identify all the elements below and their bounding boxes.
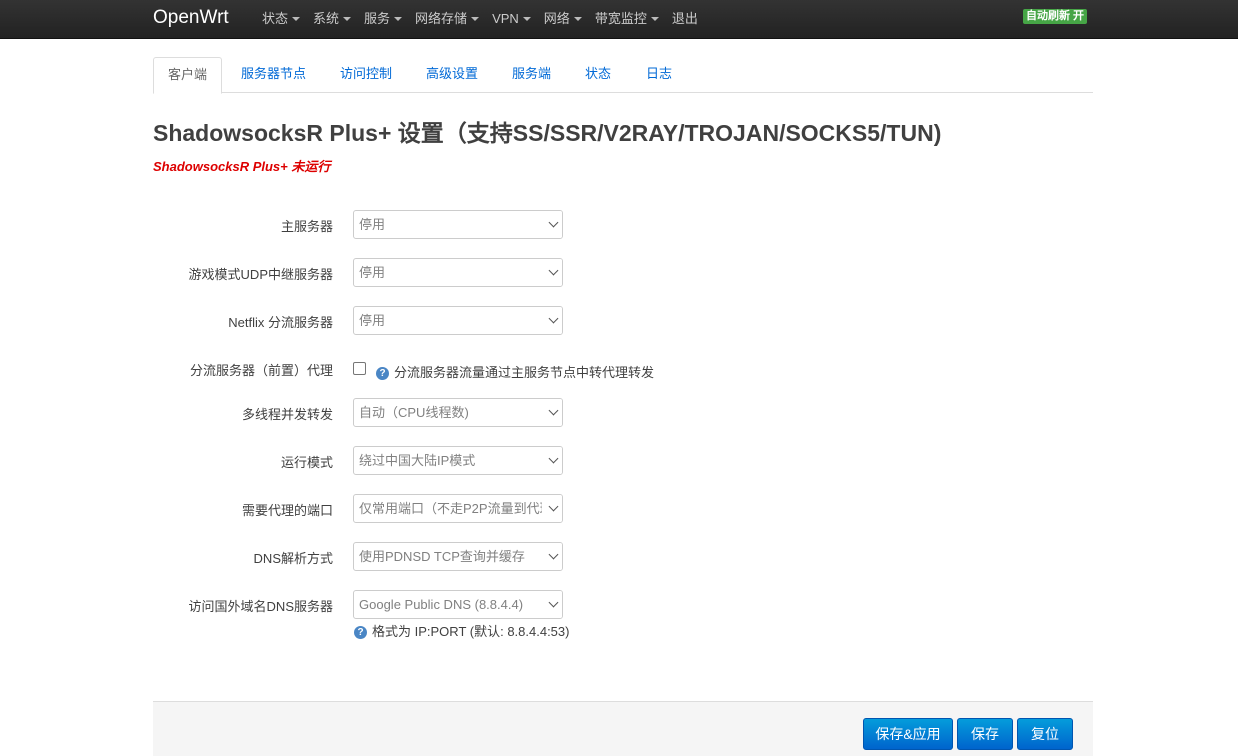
menu-services[interactable]: 服务 [364,0,415,39]
service-status: ShadowsocksR Plus+ 未运行 [153,159,331,174]
tab-log[interactable]: 日志 [632,57,686,93]
tab-access-control[interactable]: 访问控制 [326,57,406,93]
caret-down-icon [343,16,352,21]
menu-nas[interactable]: 网络存储 [415,0,492,39]
netflix-proxy-hint: ? 分流服务器流量通过主服务节点中转代理转发 [376,362,654,381]
caret-down-icon [522,16,531,21]
threads-select[interactable]: 自动（CPU线程数) [353,398,563,427]
tab-status[interactable]: 状态 [571,57,625,93]
save-apply-button[interactable]: 保存&应用 [863,718,953,750]
tab-bar: 客户端 服务器节点 访问控制 高级设置 服务端 状态 日志 [153,57,1093,94]
run-mode-select[interactable]: 绕过中国大陆IP模式 [353,446,563,475]
page-title: ShadowsocksR Plus+ 设置（支持SS/SSR/V2RAY/TRO… [153,120,942,146]
proxy-ports-select[interactable]: 仅常用端口（不走P2P流量到代理） [353,494,563,523]
netflix-server-select[interactable]: 停用 [353,306,563,335]
caret-down-icon [394,16,403,21]
tunnel-forward-hint: ? 格式为 IP:PORT (默认: 8.8.4.4:53) [354,621,569,640]
proxy-ports-label: 需要代理的端口 [241,503,333,518]
dns-mode-label: DNS解析方式 [253,551,333,566]
menu-vpn[interactable]: VPN [492,0,544,39]
main-menu: 状态 系统 服务 网络存储 VPN 网络 带宽监控 退出 [262,0,711,39]
menu-bandwidth[interactable]: 带宽监控 [595,0,672,39]
main-server-label: 主服务器 [280,219,333,234]
save-button[interactable]: 保存 [957,718,1013,750]
menu-network[interactable]: 网络 [544,0,595,39]
threads-label: 多线程并发转发 [241,407,333,422]
menu-system[interactable]: 系统 [313,0,364,39]
brand-logo[interactable]: OpenWrt [153,7,229,29]
reset-button[interactable]: 复位 [1017,718,1073,750]
tab-server-nodes[interactable]: 服务器节点 [227,57,320,93]
tab-server[interactable]: 服务端 [498,57,565,93]
menu-logout[interactable]: 退出 [672,0,711,39]
top-navbar: OpenWrt 状态 系统 服务 网络存储 VPN 网络 带宽监控 退出 自动刷… [0,0,1238,39]
help-icon: ? [376,367,389,381]
caret-down-icon [573,16,582,21]
caret-down-icon [471,16,480,21]
tunnel-forward-label: 访问国外域名DNS服务器 [188,599,333,614]
caret-down-icon [650,16,659,21]
netflix-proxy-checkbox[interactable] [353,362,366,375]
tunnel-forward-select[interactable]: Google Public DNS (8.8.4.4) [353,590,563,619]
udp-relay-label: 游戏模式UDP中继服务器 [188,267,333,282]
udp-relay-select[interactable]: 停用 [353,258,563,287]
tab-client[interactable]: 客户端 [153,57,223,94]
netflix-proxy-label: 分流服务器（前置）代理 [189,363,333,378]
tab-advanced[interactable]: 高级设置 [412,57,492,93]
netflix-server-label: Netflix 分流服务器 [228,315,333,330]
caret-down-icon [292,16,301,21]
main-server-select[interactable]: 停用 [353,210,563,239]
dns-mode-select[interactable]: 使用PDNSD TCP查询并缓存 [353,542,563,571]
auto-refresh-toggle[interactable]: 自动刷新 开 [1023,9,1088,24]
menu-status[interactable]: 状态 [262,0,313,39]
help-icon: ? [354,626,367,640]
run-mode-label: 运行模式 [280,455,333,470]
